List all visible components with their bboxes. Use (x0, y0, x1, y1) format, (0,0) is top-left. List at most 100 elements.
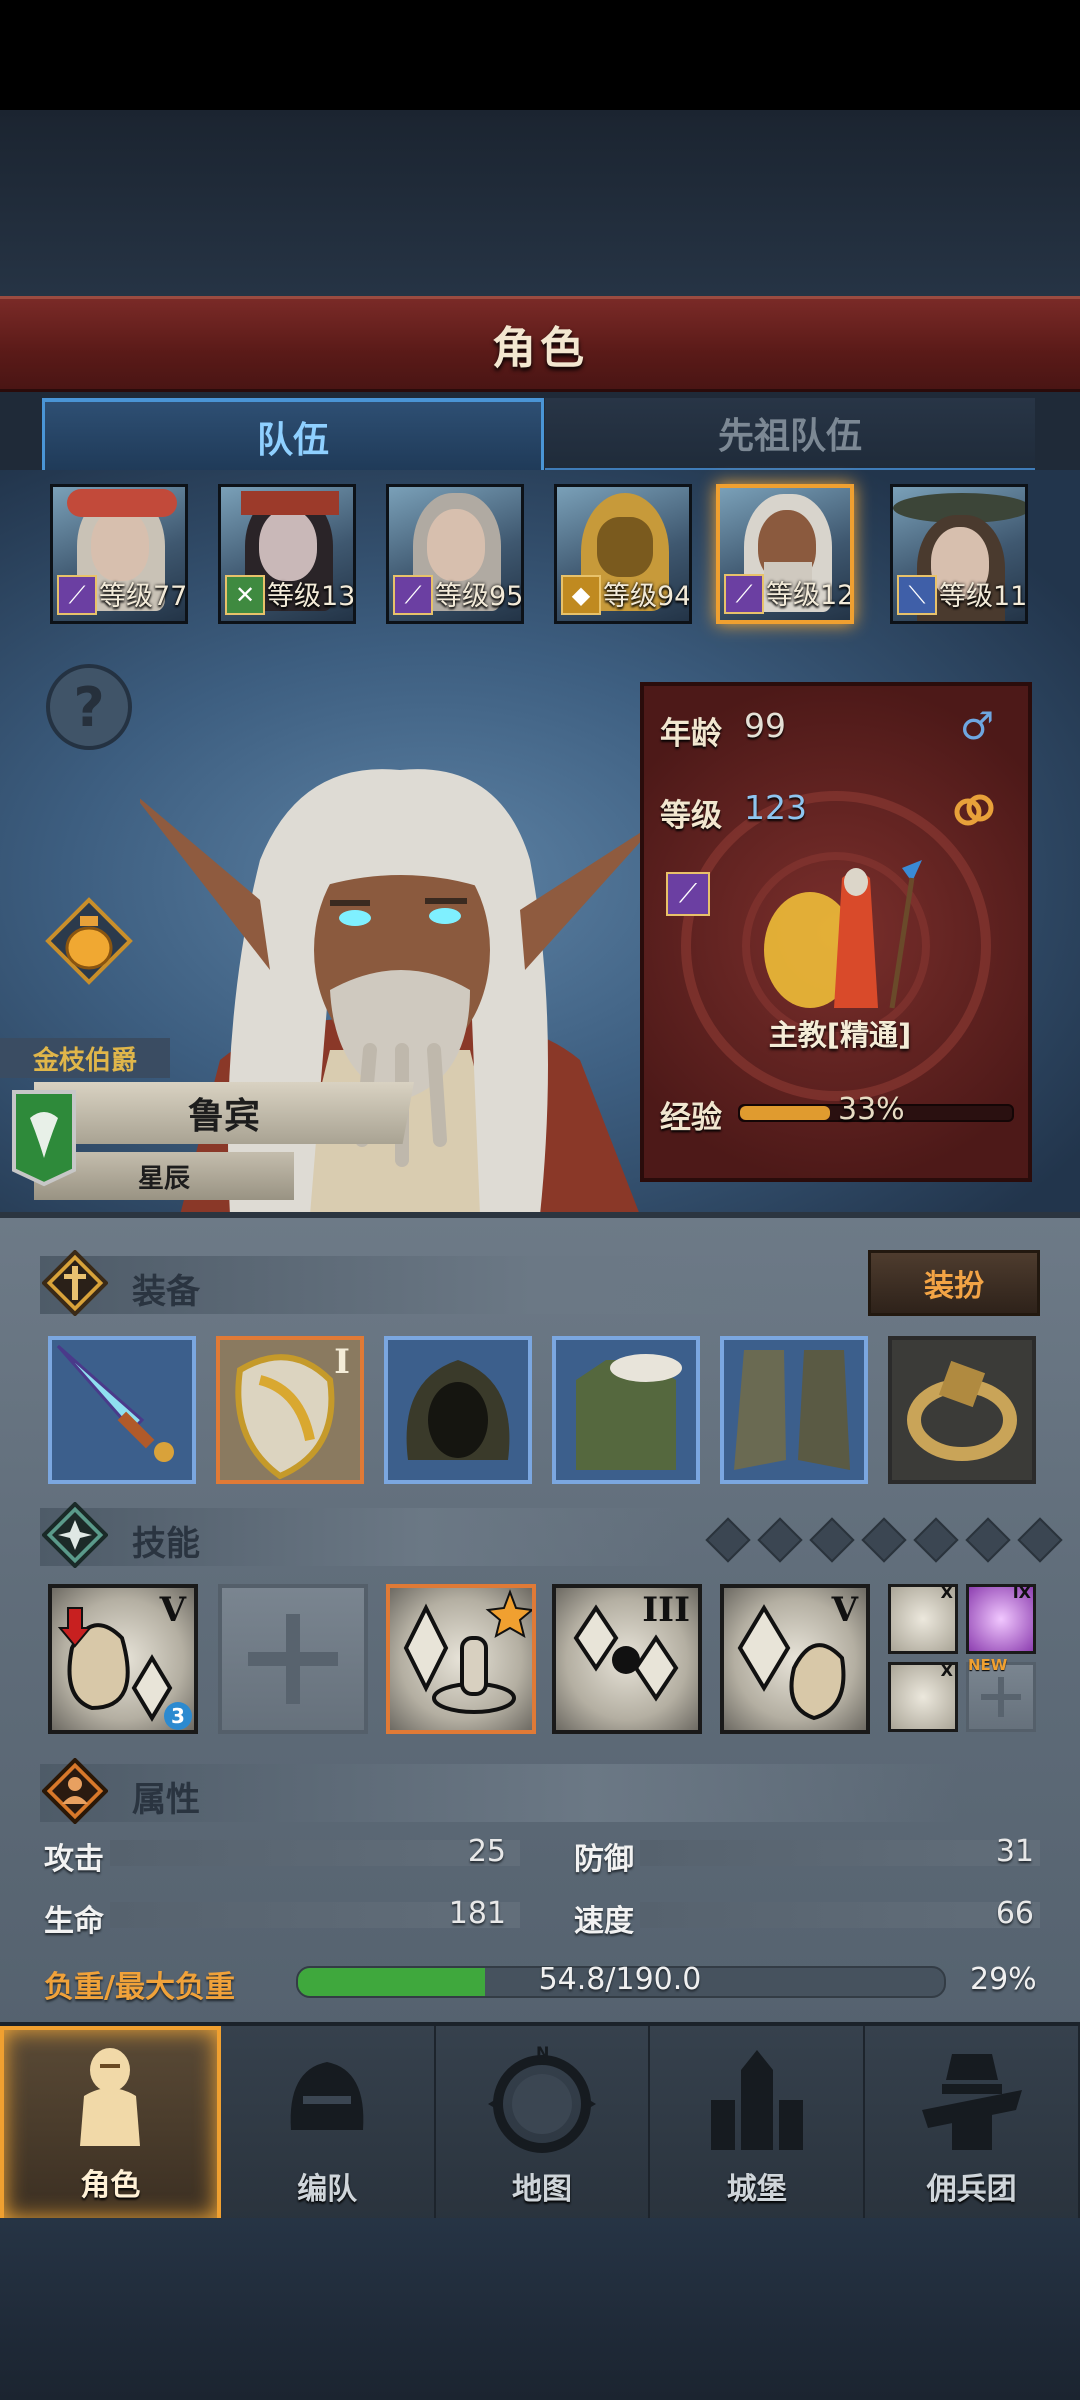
level-label: 等级 (660, 798, 722, 834)
health-value: 181 (448, 1896, 506, 1931)
knight-icon (80, 2048, 141, 2146)
age-label: 年龄 (660, 716, 722, 752)
empty-skill-slot[interactable] (218, 1584, 368, 1734)
skill-point-diamond (965, 1517, 1011, 1563)
tab-team[interactable]: 队伍 (42, 398, 544, 472)
equipment-slot-ring[interactable] (888, 1336, 1036, 1484)
help-button[interactable]: ? (46, 664, 132, 750)
passive-skill-slot[interactable]: IX (966, 1583, 1036, 1654)
flower-crown (67, 489, 177, 517)
bow-icon: ✕ (225, 575, 265, 615)
skill-point-diamond (757, 1517, 803, 1563)
equipment-slot-feet[interactable] (720, 1336, 868, 1484)
party-level: 等级94 (603, 581, 692, 612)
sword-icon: ⟍ (897, 575, 937, 615)
class-name: 主教[精通] (768, 1018, 912, 1052)
dress-up-button[interactable]: 装扮 (868, 1250, 1040, 1316)
party-level: 等级77 (99, 581, 188, 612)
skill-count-badge: 3 (164, 1702, 192, 1730)
exp-label: 经验 (660, 1100, 722, 1136)
attack-value: 25 (467, 1834, 506, 1869)
nav-label: 角色 (80, 2168, 141, 2203)
skill-point-diamond (705, 1517, 751, 1563)
guild-banner-icon (12, 1090, 76, 1187)
helmet-icon (290, 2062, 364, 2130)
party-member-portrait[interactable]: ◆ 等级94 (554, 484, 692, 624)
load-percent: 29% (970, 1962, 1037, 1997)
load-value: 54.8/190.0 (538, 1962, 702, 1997)
defense-value: 31 (995, 1834, 1034, 1869)
shield-icon: ◆ (561, 575, 601, 615)
nav-formation[interactable]: 编队 (220, 2026, 436, 2222)
new-badge: NEW (968, 1656, 1008, 1674)
skills-section-icon (42, 1502, 108, 1568)
skill-point-diamond (913, 1517, 959, 1563)
potion-icon (45, 897, 133, 985)
nav-label: 地图 (511, 2172, 572, 2207)
hero-title-label: 金枝伯爵 (0, 1038, 170, 1078)
potion-button[interactable] (44, 896, 134, 986)
passive-tier-label: IX (1012, 1583, 1031, 1602)
passive-skill-slot[interactable]: X (888, 1583, 958, 1654)
crystal-sword-icon (56, 1344, 174, 1462)
empty-slot-cross-icon (248, 1614, 338, 1704)
passive-tier-label: X (940, 1583, 953, 1602)
header-background (0, 110, 1080, 300)
attack-label: 攻击 (44, 1842, 104, 1877)
svg-text:N: N (536, 2043, 549, 2062)
skill-tier-label: V (159, 1590, 186, 1630)
nav-castle[interactable]: 城堡 (650, 2026, 866, 2222)
equipment-slot-offhand[interactable]: I (216, 1336, 364, 1484)
tab-ancestor-team[interactable]: 先祖队伍 (545, 398, 1035, 472)
fur-tunic-icon (576, 1354, 682, 1470)
equipment-slot-head[interactable] (384, 1336, 532, 1484)
load-label: 负重/最大负重 (44, 1970, 235, 2005)
party-level: 等级95 (435, 581, 524, 612)
skill-slot[interactable] (386, 1584, 536, 1734)
staff-class-icon: ⟋ (666, 872, 710, 916)
golden-helmet (597, 517, 653, 577)
headdress (241, 491, 339, 515)
mercenary-icon (921, 2054, 1022, 2150)
equipment-tier-label: I (334, 1342, 350, 1382)
empty-slot-cross-icon (981, 1677, 1021, 1717)
rings-icon (954, 794, 994, 826)
speed-value: 66 (995, 1896, 1034, 1931)
age-value: 99 (744, 706, 786, 745)
exp-bar-fill (740, 1106, 830, 1120)
party-member-portrait-selected[interactable]: ⟋ 等级123 (716, 484, 854, 624)
page-title: 角色 (492, 323, 588, 374)
equipment-title: 装备 (132, 1272, 200, 1312)
boots-icon (734, 1350, 850, 1470)
passive-skill-slot[interactable]: X (888, 1661, 958, 1732)
party-member-portrait[interactable]: ⟋ 等级77 (50, 484, 188, 624)
equipment-section-icon (42, 1250, 108, 1316)
male-gender-icon: ♂ (960, 704, 995, 748)
skill-tier-label: III (642, 1590, 690, 1630)
exp-percent: 33% (838, 1092, 905, 1127)
level-value: 123 (744, 788, 807, 827)
skill-slot[interactable]: V 3 (48, 1584, 198, 1734)
skill-point-diamond (861, 1517, 907, 1563)
hood-icon (406, 1360, 510, 1460)
party-member-portrait[interactable]: ⟍ 等级110 (890, 484, 1028, 624)
castle-icon (710, 2050, 803, 2150)
attributes-section-icon (42, 1758, 108, 1824)
party-member-portrait[interactable]: ⟋ 等级95 (386, 484, 524, 624)
party-member-portrait[interactable]: ✕ 等级136 (218, 484, 356, 624)
staff-icon: ⟋ (57, 575, 97, 615)
speed-label: 速度 (574, 1904, 634, 1939)
nav-map[interactable]: N 地图 (435, 2026, 651, 2222)
equipment-slot-body[interactable] (552, 1336, 700, 1484)
equipment-slot-weapon[interactable] (48, 1336, 196, 1484)
hero-name-plate[interactable]: 鲁宾 (34, 1082, 414, 1144)
nav-mercenary[interactable]: 佣兵团 (865, 2026, 1080, 2222)
skill-slot[interactable]: V (720, 1584, 870, 1734)
defense-label: 防御 (574, 1842, 634, 1877)
skill-slot[interactable]: III (552, 1584, 702, 1734)
nav-character[interactable]: 角色 (0, 2026, 221, 2222)
skill-point-diamond (1017, 1517, 1063, 1563)
status-bar-area (0, 0, 1080, 110)
party-level: 等级123 (766, 580, 854, 611)
bottom-navigation: 角色 编队 N 地图 城堡 佣兵团 (0, 2022, 1080, 2222)
